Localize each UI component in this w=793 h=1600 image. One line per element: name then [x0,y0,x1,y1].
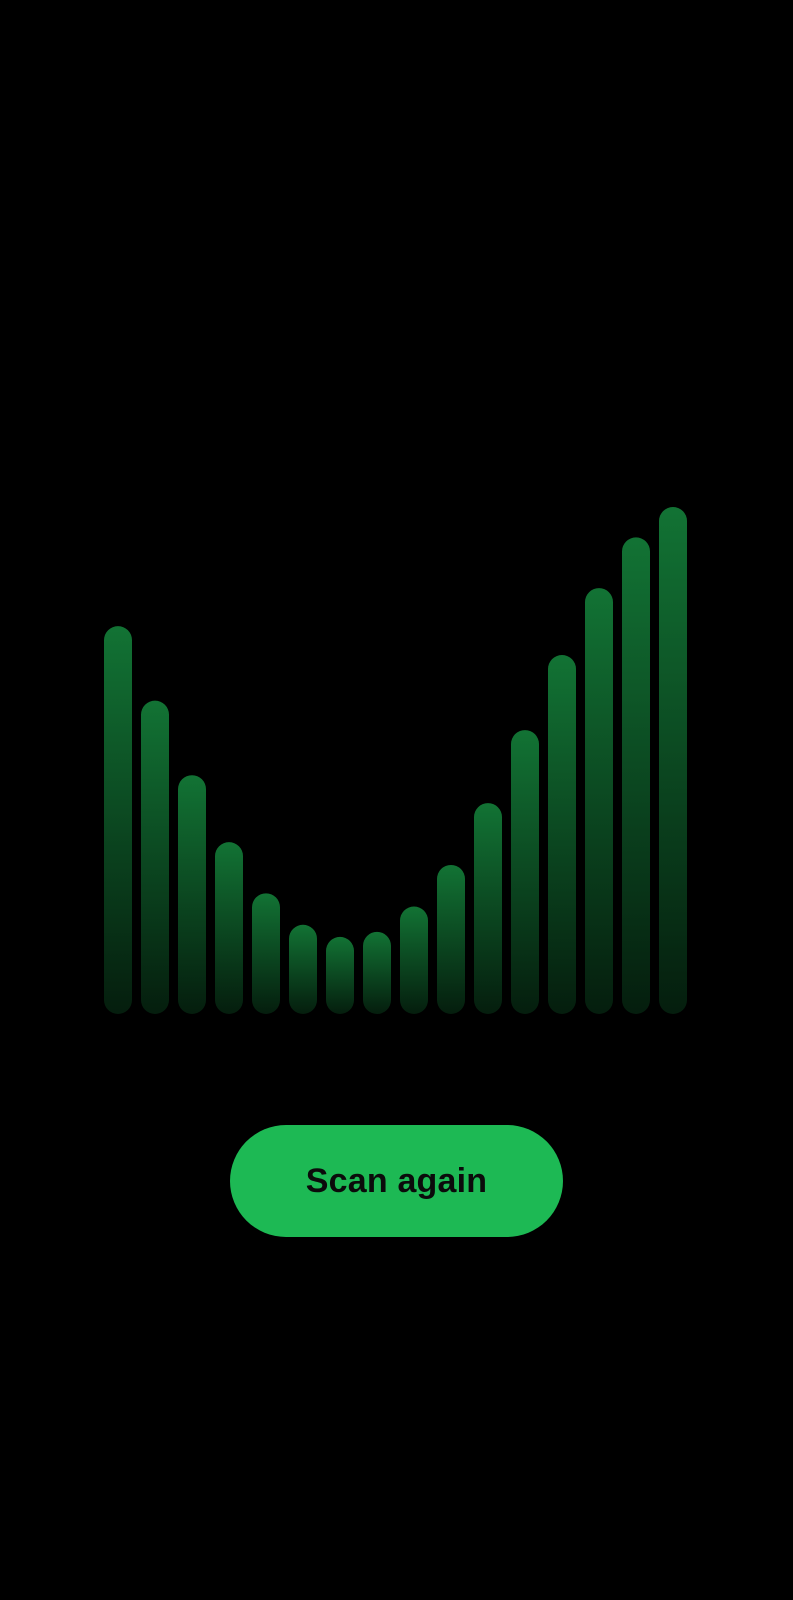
screen: Scan again [0,0,793,1600]
visualizer-bar [215,842,243,1014]
visualizer-bar [141,700,169,1014]
visualizer-bar [474,803,502,1014]
scan-again-button[interactable]: Scan again [230,1125,563,1237]
visualizer-bar [178,775,206,1014]
visualizer-bar [511,730,539,1014]
visualizer-bar [363,931,391,1014]
visualizer-bar [326,936,354,1014]
visualizer-bar [289,924,317,1014]
visualizer-bar [400,906,428,1014]
visualizer-bar [252,893,280,1014]
visualizer-bar [548,655,576,1014]
visualizer-bar [104,626,132,1014]
visualizer-bar [659,507,687,1014]
visualizer-bar [622,537,650,1014]
visualizer-bar [585,588,613,1014]
audio-visualizer [104,507,687,1014]
visualizer-bar [437,864,465,1014]
